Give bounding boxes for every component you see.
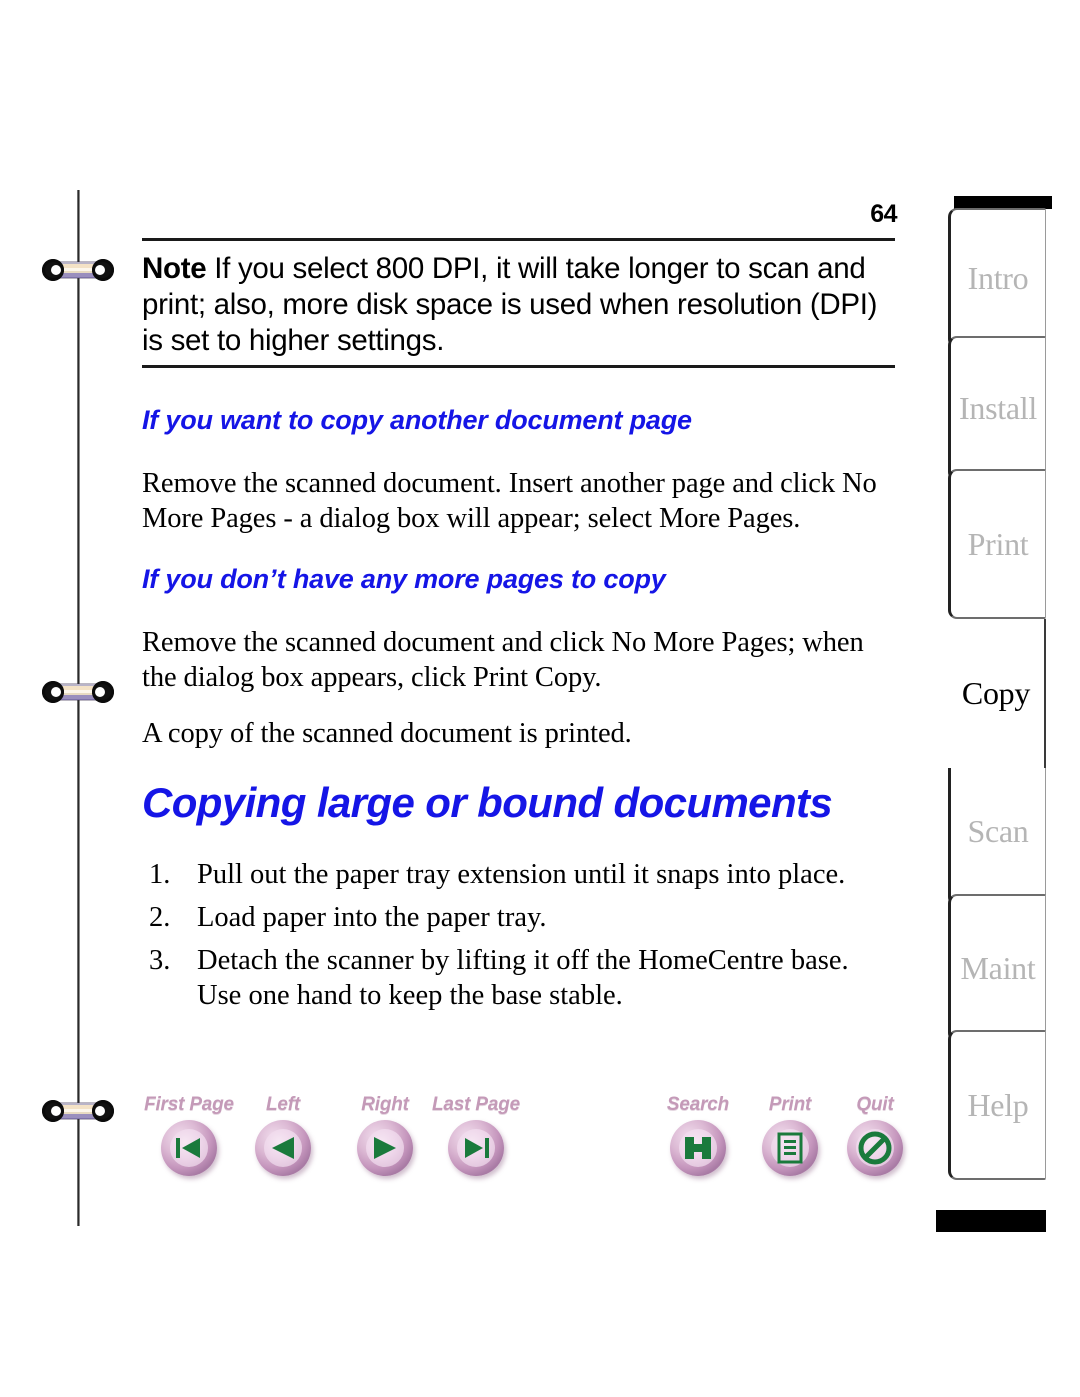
search-button[interactable]: Search [665, 1094, 731, 1176]
binder-ring [42, 1100, 114, 1122]
last-page-icon [448, 1120, 504, 1176]
print-label: Print [768, 1094, 812, 1115]
tab-scan[interactable]: Scan [948, 756, 1046, 906]
tab-intro-label: Intro [967, 259, 1029, 296]
previous-page-disc [255, 1120, 311, 1176]
tab-scan-label: Scan [967, 812, 1029, 849]
binder-ring-cap-left [42, 1100, 64, 1122]
manual-page: 64 Note If you select 800 DPI, it will t… [0, 0, 1080, 1397]
search-label: Search [666, 1094, 730, 1115]
search-icon [670, 1120, 726, 1176]
page-title: Copying large or bound documents [142, 779, 833, 826]
next-page-button[interactable]: Right [352, 1094, 418, 1176]
tab-help-label: Help [967, 1086, 1029, 1123]
page-number: 64 [870, 200, 897, 228]
search-disc [670, 1120, 726, 1176]
binder-spine-line [77, 190, 80, 1226]
note-text: Note If you select 800 DPI, it will take… [142, 251, 897, 359]
previous-page-label: Left [265, 1094, 301, 1115]
print-disc [762, 1120, 818, 1176]
section-body-copy-printed: A copy of the scanned document is printe… [142, 718, 632, 749]
tab-copy[interactable]: Copy [948, 619, 1046, 768]
quit-button[interactable]: Quit [842, 1094, 908, 1176]
content-column: 64 Note If you select 800 DPI, it will t… [142, 190, 897, 1021]
step-number: 1. [149, 859, 171, 890]
last-page-label: Last Page [432, 1094, 520, 1115]
binder-ring-cap-left [42, 681, 64, 703]
first-page-label: First Page [144, 1094, 234, 1115]
section-heading-copy-another-page: If you want to copy another document pag… [142, 405, 692, 435]
binder-ring-cap-right [92, 1100, 114, 1122]
next-page-disc [357, 1120, 413, 1176]
last-page-button[interactable]: Last Page [432, 1094, 520, 1176]
binder-ring-cap-right [92, 259, 114, 281]
quit-label: Quit [856, 1094, 894, 1115]
print-icon [762, 1120, 818, 1176]
next-page-icon [357, 1120, 413, 1176]
first-page-icon [161, 1120, 217, 1176]
quit-disc [847, 1120, 903, 1176]
step-text: Detach the scanner by lifting it off the… [197, 945, 849, 1011]
next-page-label: Right [361, 1094, 409, 1115]
list-item: 3. Detach the scanner by lifting it off … [142, 943, 897, 1013]
tab-maint-label: Maint [960, 949, 1036, 986]
tab-sidebar: Intro Install Print Copy Scan Maint Help [936, 196, 1052, 1232]
last-page-disc [448, 1120, 504, 1176]
binder-ring-cap-right [92, 681, 114, 703]
tab-intro[interactable]: Intro [948, 208, 1046, 348]
first-page-disc [161, 1120, 217, 1176]
first-page-button[interactable]: First Page [144, 1094, 234, 1176]
binder-ring [42, 681, 114, 703]
list-item: 1. Pull out the paper tray extension unt… [142, 857, 897, 892]
tab-install-label: Install [959, 390, 1037, 426]
steps-list: 1. Pull out the paper tray extension unt… [142, 857, 897, 1013]
previous-page-button[interactable]: Left [250, 1094, 316, 1176]
note-block: Note If you select 800 DPI, it will take… [142, 241, 897, 365]
section-body-no-more-pages: Remove the scanned document and click No… [142, 627, 864, 693]
binder-ring [42, 259, 114, 281]
tab-help[interactable]: Help [948, 1030, 1046, 1180]
navigation-bar: First Page Left Right Last Page Search P… [140, 1094, 910, 1194]
tab-install[interactable]: Install [948, 336, 1046, 481]
step-number: 2. [149, 902, 171, 933]
tab-maint[interactable]: Maint [948, 894, 1046, 1042]
list-item: 2. Load paper into the paper tray. [142, 900, 897, 935]
previous-page-icon [255, 1120, 311, 1176]
section-heading-no-more-pages: If you don’t have any more pages to copy [142, 564, 666, 594]
tab-sidebar-bottom-shadow [936, 1210, 1046, 1232]
note-body: If you select 800 DPI, it will take long… [142, 252, 878, 357]
step-number: 3. [149, 945, 171, 976]
note-label: Note [142, 252, 207, 285]
tab-copy-label: Copy [961, 675, 1031, 711]
binder-ring-cap-left [42, 259, 64, 281]
print-button[interactable]: Print [757, 1094, 823, 1176]
tab-print[interactable]: Print [948, 469, 1046, 619]
section-body-copy-another-page: Remove the scanned document. Insert anot… [142, 468, 877, 534]
step-text: Pull out the paper tray extension until … [197, 859, 846, 890]
tab-print-label: Print [967, 525, 1029, 562]
quit-icon [847, 1120, 903, 1176]
step-text: Load paper into the paper tray. [197, 902, 547, 933]
